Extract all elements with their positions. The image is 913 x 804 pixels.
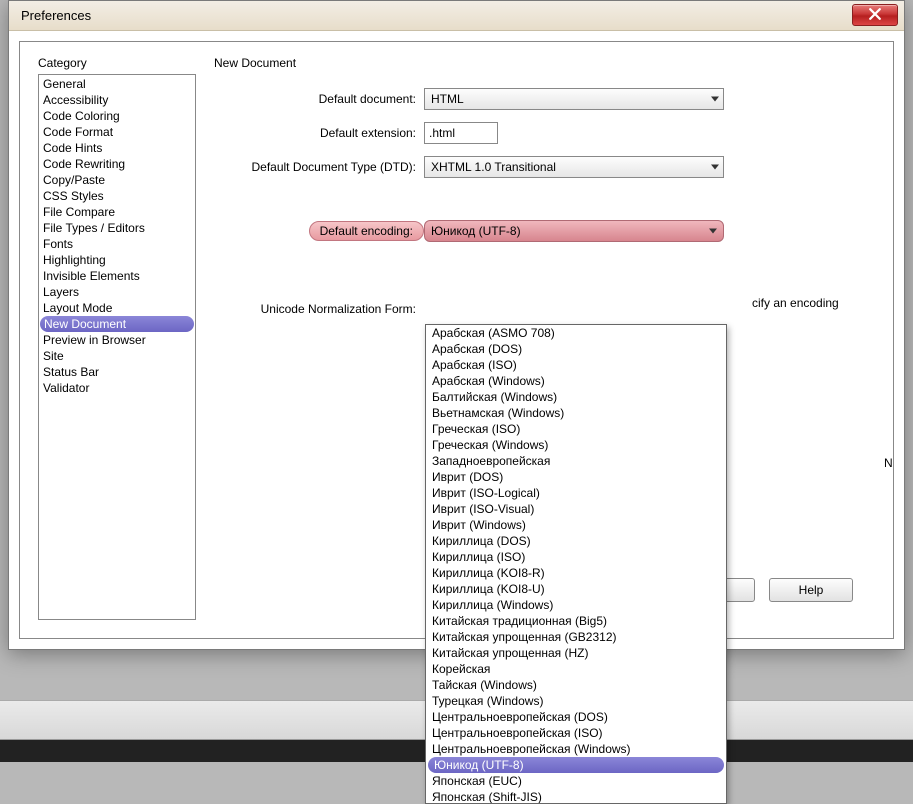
default-extension-value: .html (429, 126, 455, 140)
encoding-option[interactable]: Балтийская (Windows) (426, 389, 726, 405)
default-document-value: HTML (431, 92, 464, 106)
category-item[interactable]: Preview in Browser (39, 332, 195, 348)
category-label: Category (38, 56, 196, 70)
encoding-option[interactable]: Западноевропейская (426, 453, 726, 469)
encoding-option[interactable]: Китайская традиционная (Big5) (426, 613, 726, 629)
close-button[interactable] (852, 4, 898, 26)
encoding-option[interactable]: Иврит (ISO-Logical) (426, 485, 726, 501)
help-button-label: Help (799, 583, 824, 597)
category-item[interactable]: Copy/Paste (39, 172, 195, 188)
chevron-down-icon (711, 97, 719, 102)
default-encoding-value: Юникод (UTF-8) (431, 224, 521, 238)
encoding-option[interactable]: Иврит (Windows) (426, 517, 726, 533)
category-item[interactable]: Validator (39, 380, 195, 396)
category-item[interactable]: Code Hints (39, 140, 195, 156)
dtd-select[interactable]: XHTML 1.0 Transitional (424, 156, 724, 178)
default-extension-input[interactable]: .html (424, 122, 498, 144)
encoding-option[interactable]: Кириллица (DOS) (426, 533, 726, 549)
default-encoding-label: Default encoding: (309, 221, 424, 241)
category-item[interactable]: File Types / Editors (39, 220, 195, 236)
category-item[interactable]: Fonts (39, 236, 195, 252)
encoding-option[interactable]: Иврит (DOS) (426, 469, 726, 485)
encoding-hint-text: cify an encoding (752, 296, 839, 310)
category-item[interactable]: General (39, 76, 195, 92)
encoding-option[interactable]: Вьетнамская (Windows) (426, 405, 726, 421)
encoding-option[interactable]: Греческая (Windows) (426, 437, 726, 453)
default-document-label: Default document: (214, 92, 424, 106)
encoding-option[interactable]: Тайская (Windows) (426, 677, 726, 693)
chevron-down-icon (711, 165, 719, 170)
chevron-down-icon (709, 229, 717, 234)
encoding-option[interactable]: Кириллица (KOI8-R) (426, 565, 726, 581)
encoding-option[interactable]: Арабская (DOS) (426, 341, 726, 357)
dtd-value: XHTML 1.0 Transitional (431, 160, 556, 174)
category-item[interactable]: Accessibility (39, 92, 195, 108)
window-title: Preferences (21, 8, 91, 23)
normalization-label: Unicode Normalization Form: (214, 302, 424, 316)
category-item[interactable]: Site (39, 348, 195, 364)
category-item[interactable]: Code Format (39, 124, 195, 140)
category-item[interactable]: Layout Mode (39, 300, 195, 316)
category-item[interactable]: Code Coloring (39, 108, 195, 124)
hint-n: N (884, 456, 893, 470)
encoding-option[interactable]: Арабская (Windows) (426, 373, 726, 389)
category-item[interactable]: CSS Styles (39, 188, 195, 204)
category-item[interactable]: New Document (40, 316, 194, 332)
category-item[interactable]: Status Bar (39, 364, 195, 380)
category-item[interactable]: Invisible Elements (39, 268, 195, 284)
default-document-select[interactable]: HTML (424, 88, 724, 110)
encoding-option[interactable]: Корейская (426, 661, 726, 677)
titlebar[interactable]: Preferences (9, 1, 904, 31)
encoding-option[interactable]: Китайская упрощенная (GB2312) (426, 629, 726, 645)
encoding-option[interactable]: Арабская (ISO) (426, 357, 726, 373)
category-list[interactable]: GeneralAccessibilityCode ColoringCode Fo… (38, 74, 196, 620)
encoding-option[interactable]: Центральноевропейская (DOS) (426, 709, 726, 725)
dtd-label: Default Document Type (DTD): (214, 160, 424, 174)
encoding-option[interactable]: Юникод (UTF-8) (428, 757, 724, 773)
help-button[interactable]: Help (769, 578, 853, 602)
encoding-option[interactable]: Греческая (ISO) (426, 421, 726, 437)
section-title: New Document (214, 56, 875, 70)
encoding-option[interactable]: Турецкая (Windows) (426, 693, 726, 709)
close-icon (869, 8, 881, 23)
category-item[interactable]: File Compare (39, 204, 195, 220)
encoding-option[interactable]: Центральноевропейская (Windows) (426, 741, 726, 757)
encoding-option[interactable]: Центральноевропейская (ISO) (426, 725, 726, 741)
encoding-option[interactable]: Кириллица (Windows) (426, 597, 726, 613)
category-item[interactable]: Highlighting (39, 252, 195, 268)
encoding-option[interactable]: Китайская упрощенная (HZ) (426, 645, 726, 661)
encoding-option[interactable]: Кириллица (KOI8-U) (426, 581, 726, 597)
encoding-option[interactable]: Кириллица (ISO) (426, 549, 726, 565)
encoding-option[interactable]: Японская (EUC) (426, 773, 726, 789)
encoding-option[interactable]: Арабская (ASMO 708) (426, 325, 726, 341)
default-extension-label: Default extension: (214, 126, 424, 140)
encoding-dropdown-list[interactable]: Арабская (ASMO 708)Арабская (DOS)Арабска… (425, 324, 727, 804)
default-encoding-select[interactable]: Юникод (UTF-8) (424, 220, 724, 242)
category-item[interactable]: Layers (39, 284, 195, 300)
category-item[interactable]: Code Rewriting (39, 156, 195, 172)
encoding-option[interactable]: Иврит (ISO-Visual) (426, 501, 726, 517)
